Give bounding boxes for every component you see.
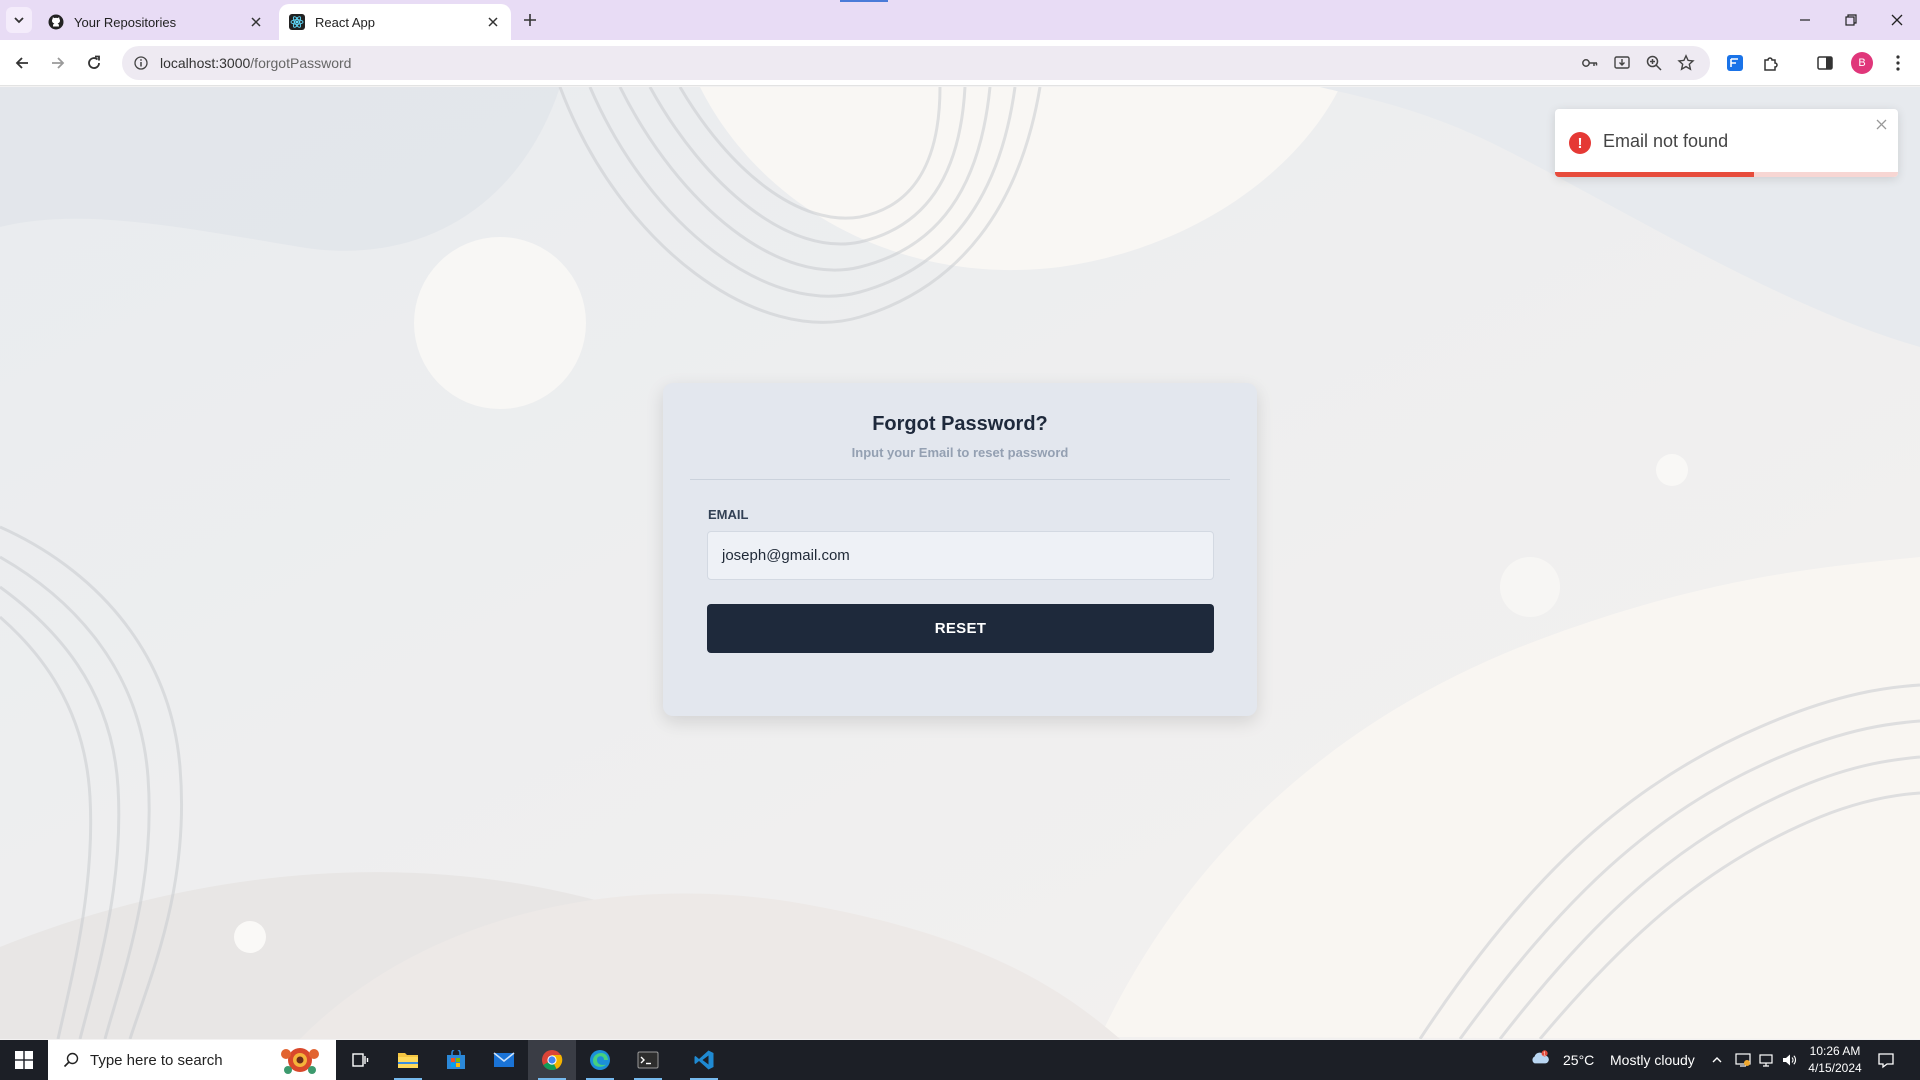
minimize-icon [1800,19,1810,21]
network-icon[interactable] [1756,1050,1776,1070]
task-view-button[interactable] [336,1040,384,1080]
arrow-left-icon [15,57,28,69]
divider [690,479,1230,480]
close-icon [488,17,498,27]
extension-icon[interactable] [1724,52,1746,74]
tab-search-button[interactable] [6,7,32,33]
plus-icon [524,14,536,26]
search-icon [62,1051,80,1069]
error-toast[interactable]: ! Email not found [1555,109,1898,177]
security-tray-icon[interactable] [1733,1050,1753,1070]
tab-title: React App [315,14,375,30]
close-icon [1876,119,1886,129]
url-path: /forgotPassword [250,55,352,71]
close-icon [1891,14,1903,26]
react-icon [289,14,305,30]
tab-your-repositories[interactable]: Your Repositories [38,4,274,40]
close-icon [251,17,261,27]
windows-logo-icon [15,1051,33,1069]
bookmark-star-icon[interactable] [1676,53,1696,73]
search-placeholder: Type here to search [90,1051,223,1069]
error-icon: ! [1569,132,1591,154]
extensions-puzzle-icon[interactable] [1760,52,1782,74]
mail-icon [493,1052,515,1067]
clock-date: 4/15/2024 [1808,1061,1862,1075]
weather-condition[interactable]: Mostly cloudy [1610,1040,1695,1080]
url-text: localhost:3000/forgotPassword [160,55,351,71]
vscode-icon [694,1050,714,1070]
microsoft-store-button[interactable] [432,1040,480,1080]
profile-avatar[interactable]: B [1851,52,1873,74]
clock-time: 10:26 AM [1809,1044,1861,1058]
form-subtitle: Input your Email to reset password [851,445,1069,460]
restore-icon [1845,14,1857,26]
toast-close-button[interactable] [1872,115,1890,133]
chrome-button[interactable] [528,1040,576,1080]
file-explorer-icon [398,1053,418,1068]
install-app-icon[interactable] [1612,53,1632,73]
search-highlight-icon [281,1048,319,1074]
email-input[interactable]: joseph@gmail.com [707,531,1214,580]
weather-badge: 1 [1543,1051,1546,1057]
url-host: localhost:3000 [160,55,251,71]
side-panel-icon[interactable] [1814,52,1836,74]
reload-button[interactable] [80,49,108,77]
edge-button[interactable] [576,1040,624,1080]
weather-cloud-icon[interactable]: 1 [1530,1048,1550,1068]
notifications-icon[interactable] [1876,1050,1896,1070]
restore-button[interactable] [1828,0,1874,40]
weather-temperature[interactable]: 25°C [1563,1040,1594,1080]
forgot-password-card: Forgot Password? Input your Email to res… [663,383,1257,716]
reset-button[interactable]: RESET [707,604,1214,653]
zoom-icon[interactable] [1644,53,1664,73]
microsoft-store-icon [447,1050,465,1069]
password-key-icon[interactable] [1580,53,1600,73]
file-explorer-button[interactable] [384,1040,432,1080]
page-content: Forgot Password? Input your Email to res… [0,87,1920,1039]
address-bar[interactable]: localhost:3000/forgotPassword [122,46,1710,80]
mail-button[interactable] [480,1040,528,1080]
arrow-right-icon [52,57,65,69]
close-tab-button[interactable] [483,12,503,32]
terminal-button[interactable] [624,1040,672,1080]
start-button[interactable] [0,1040,48,1080]
task-view-icon [352,1053,369,1067]
close-window-button[interactable] [1874,0,1920,40]
github-icon [48,14,64,30]
windows-taskbar: Type here to search 1 25°C Mostly cloudy… [0,1040,1920,1080]
chrome-icon [542,1050,563,1070]
show-hidden-icons-icon[interactable] [1707,1050,1727,1070]
terminal-icon [637,1051,659,1069]
email-label: EMAIL [708,507,749,522]
reload-icon [88,55,100,69]
tab-react-app[interactable]: React App [279,4,511,40]
browser-tab-strip: Your Repositories React App [0,0,1920,40]
toast-progress-bar [1555,172,1754,177]
more-menu-icon[interactable] [1887,52,1909,74]
system-clock[interactable]: 10:26 AM 4/15/2024 [1790,1043,1880,1077]
chevron-down-icon [14,17,24,24]
vscode-button[interactable] [680,1040,728,1080]
back-button[interactable] [8,49,36,77]
browser-toolbar: localhost:3000/forgotPassword B [0,40,1920,86]
edge-icon [590,1050,610,1070]
toast-message: Email not found [1603,131,1729,151]
form-title: Forgot Password? [872,413,1048,435]
loading-indicator [840,0,888,2]
taskbar-search-box[interactable]: Type here to search [48,1040,336,1080]
tab-title: Your Repositories [74,14,177,30]
minimize-button[interactable] [1782,0,1828,40]
new-tab-button[interactable] [518,8,542,32]
close-tab-button[interactable] [246,12,266,32]
forward-button[interactable] [44,49,72,77]
site-info-icon[interactable] [132,54,150,72]
